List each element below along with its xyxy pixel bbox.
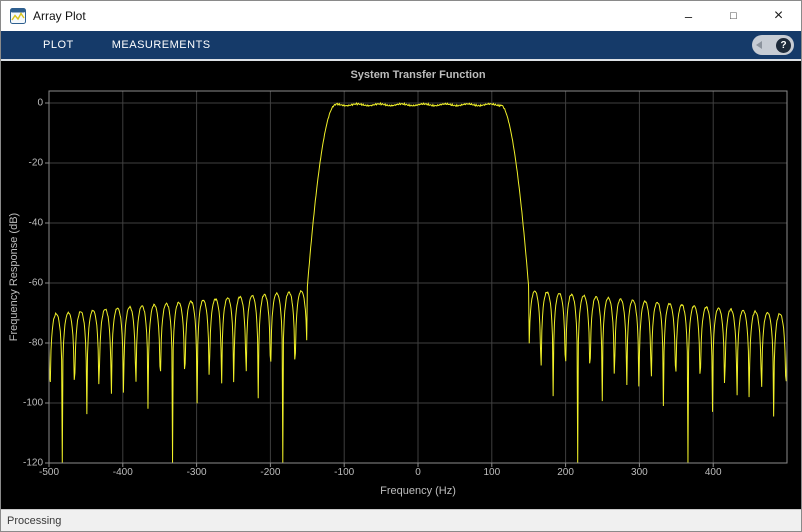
y-tick-label: -20 bbox=[28, 157, 43, 169]
app-icon bbox=[10, 8, 26, 24]
y-tick-label: -100 bbox=[22, 397, 43, 409]
x-tick-label: -300 bbox=[186, 467, 207, 478]
x-tick-label: 200 bbox=[557, 467, 574, 478]
x-tick-label: 100 bbox=[483, 467, 501, 478]
y-axis-label: Frequency Response (dB) bbox=[8, 212, 20, 342]
chart-canvas bbox=[45, 90, 788, 467]
plot-figure: System Transfer Function Frequency Respo… bbox=[1, 59, 801, 509]
x-tick-label: 0 bbox=[415, 467, 421, 478]
maximize-button[interactable]: □ bbox=[711, 1, 756, 31]
help-icon: ? bbox=[776, 37, 791, 53]
y-tick-label: -80 bbox=[28, 337, 43, 349]
y-tick-label: -60 bbox=[28, 277, 43, 289]
statusbar: Processing bbox=[1, 509, 801, 531]
y-tick-label: -40 bbox=[28, 217, 43, 229]
toolstrip: PLOT MEASUREMENTS ? bbox=[1, 31, 801, 59]
x-tick-label: -200 bbox=[260, 467, 281, 478]
collapse-chevron-icon bbox=[756, 41, 762, 49]
y-tick-label: -120 bbox=[22, 457, 43, 469]
close-button[interactable]: × bbox=[756, 1, 801, 31]
x-tick-label: 300 bbox=[631, 467, 648, 478]
x-axis-label: Frequency (Hz) bbox=[380, 485, 456, 497]
chart-title: System Transfer Function bbox=[350, 69, 486, 81]
y-tick-label: 0 bbox=[37, 97, 43, 109]
window-controls: – □ × bbox=[666, 1, 801, 31]
help-button[interactable]: ? bbox=[752, 35, 794, 55]
tab-measurements[interactable]: MEASUREMENTS bbox=[112, 39, 211, 51]
x-tick-label: -400 bbox=[112, 467, 133, 478]
titlebar[interactable]: Array Plot – □ × bbox=[1, 1, 801, 31]
array-plot-window: Array Plot – □ × PLOT MEASUREMENTS ? Sys… bbox=[0, 0, 802, 532]
tab-plot[interactable]: PLOT bbox=[43, 39, 74, 51]
status-text: Processing bbox=[7, 514, 62, 527]
x-tick-label: 400 bbox=[704, 467, 722, 478]
minimize-button[interactable]: – bbox=[666, 1, 711, 31]
window-title: Array Plot bbox=[33, 9, 86, 23]
x-tick-label: -500 bbox=[38, 467, 60, 478]
x-tick-label: -100 bbox=[334, 467, 355, 478]
